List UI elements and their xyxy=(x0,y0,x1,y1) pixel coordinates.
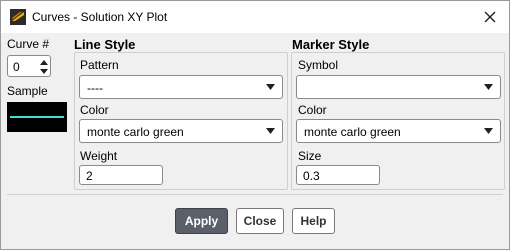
sample-line xyxy=(10,116,64,118)
size-input[interactable]: 0.3 xyxy=(296,165,380,185)
marker-color-label: Color xyxy=(298,103,327,117)
symbol-dropdown[interactable] xyxy=(296,75,501,99)
marker-color-value: monte carlo green xyxy=(304,125,401,139)
chevron-down-icon xyxy=(484,84,493,90)
title-bar: Curves - Solution XY Plot xyxy=(1,1,509,33)
pattern-value: ---- xyxy=(87,81,103,95)
line-style-heading: Line Style xyxy=(74,37,136,52)
spin-down-icon[interactable] xyxy=(39,67,49,76)
apply-button[interactable]: Apply xyxy=(175,208,228,234)
line-color-value: monte carlo green xyxy=(87,125,184,139)
sample-label: Sample xyxy=(7,84,48,98)
weight-input[interactable]: 2 xyxy=(79,165,163,185)
button-separator xyxy=(7,194,503,195)
help-button[interactable]: Help xyxy=(292,208,335,234)
symbol-label: Symbol xyxy=(298,58,339,72)
pattern-dropdown[interactable]: ---- xyxy=(79,75,283,99)
window-title: Curves - Solution XY Plot xyxy=(32,10,168,24)
curve-number-spinner[interactable]: 0 xyxy=(7,55,51,77)
curves-dialog: Curves - Solution XY Plot Curve # 0 Samp… xyxy=(0,0,510,250)
curve-number-label: Curve # xyxy=(7,37,50,51)
marker-color-dropdown[interactable]: monte carlo green xyxy=(296,119,501,143)
pattern-label: Pattern xyxy=(80,58,119,72)
marker-style-heading: Marker Style xyxy=(292,37,370,52)
curve-number-value: 0 xyxy=(13,60,20,74)
line-sample-preview xyxy=(7,102,67,132)
chevron-down-icon xyxy=(266,128,275,134)
size-value: 0.3 xyxy=(303,169,320,183)
line-color-label: Color xyxy=(80,103,109,117)
line-color-dropdown[interactable]: monte carlo green xyxy=(79,119,283,143)
close-button[interactable]: Close xyxy=(236,208,284,234)
weight-label: Weight xyxy=(80,149,118,163)
close-icon[interactable] xyxy=(481,8,499,26)
weight-value: 2 xyxy=(86,169,93,183)
chevron-down-icon xyxy=(484,128,493,134)
chevron-down-icon xyxy=(266,84,275,90)
spin-up-icon[interactable] xyxy=(39,58,49,67)
size-label: Size xyxy=(298,149,322,163)
app-icon xyxy=(10,9,26,25)
